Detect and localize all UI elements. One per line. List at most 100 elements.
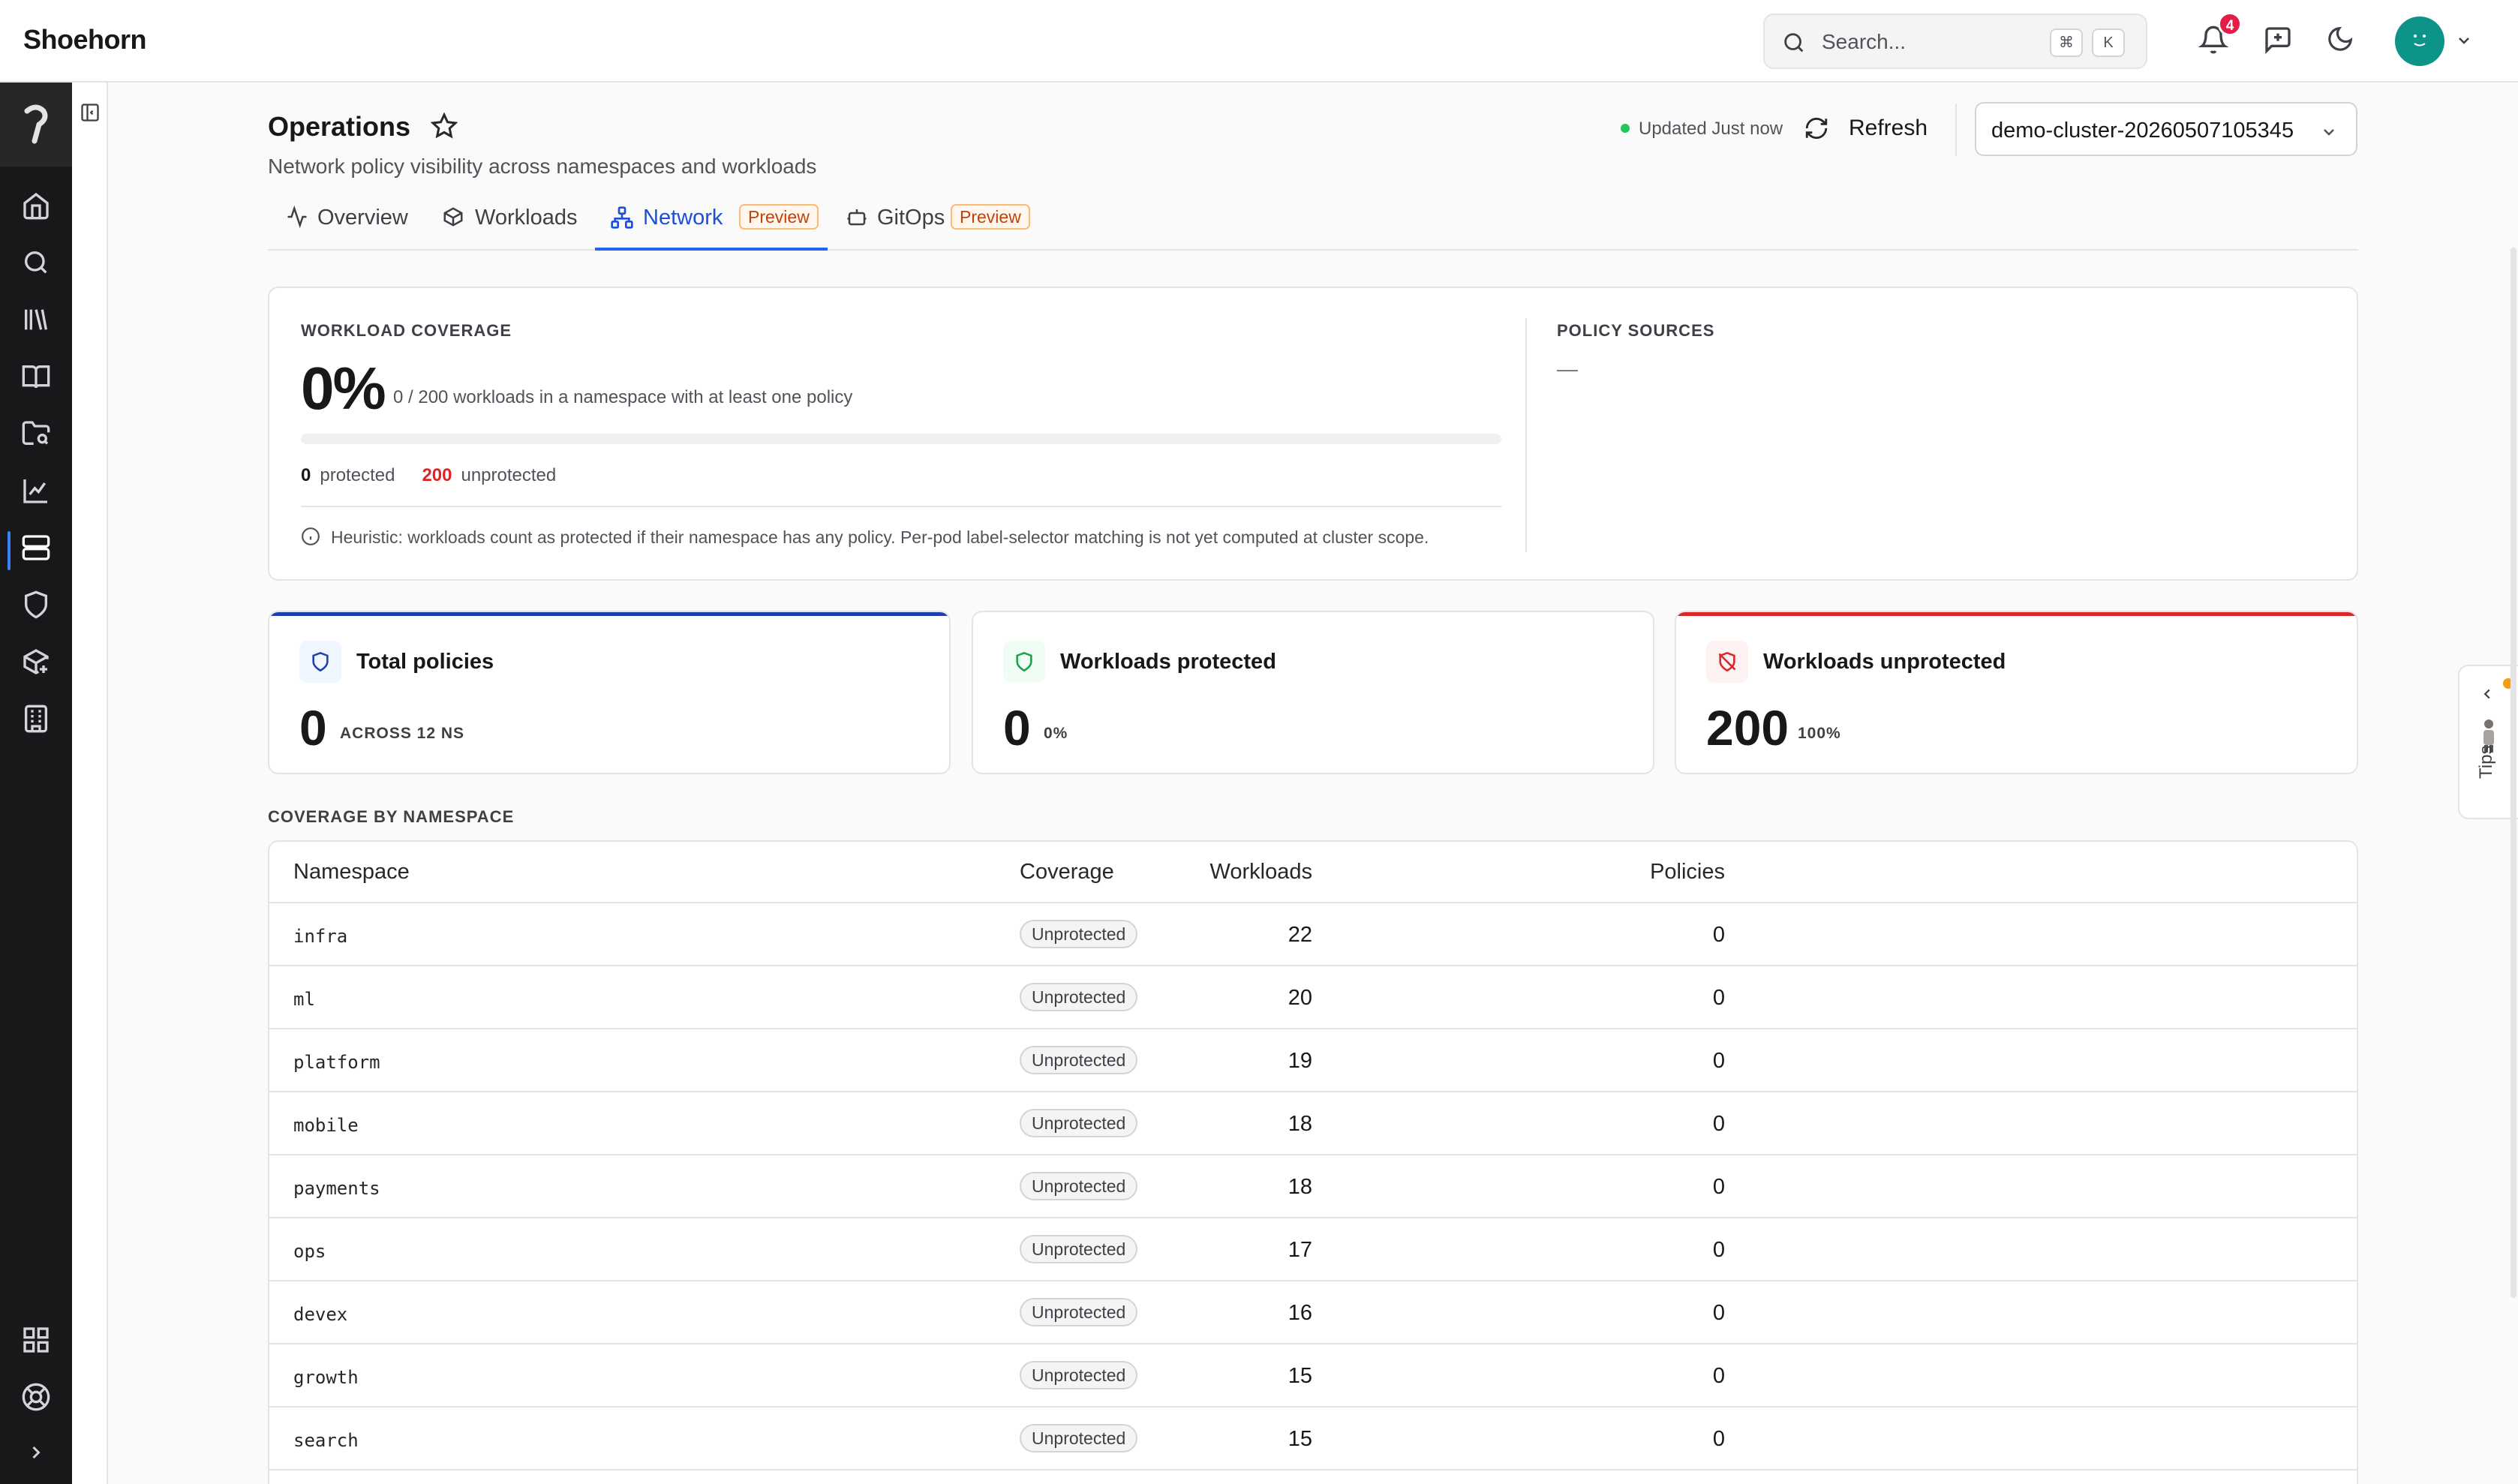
- column-header-namespace[interactable]: Namespace: [293, 860, 410, 885]
- library-icon[interactable]: [21, 305, 51, 335]
- policies-cell: 0: [1712, 1301, 1725, 1325]
- workloads-cell: 18: [1288, 1175, 1312, 1199]
- coverage-status-badge: Unprotected: [1020, 1235, 1138, 1263]
- workload-coverage-card: WORKLOAD COVERAGE 0% 0 / 200 workloads i…: [268, 287, 2358, 581]
- divider: [1525, 318, 1527, 552]
- home-icon[interactable]: [21, 191, 51, 221]
- coverage-status-badge: Unprotected: [1020, 983, 1138, 1011]
- star-icon[interactable]: [431, 113, 458, 140]
- policies-cell: 0: [1712, 923, 1725, 947]
- table-row[interactable]: platform 19 0 Unprotected: [269, 1029, 2357, 1092]
- protected-label: protected: [320, 465, 395, 485]
- grid-icon[interactable]: [21, 1325, 51, 1355]
- sidebar-toggle-strip: [72, 83, 108, 1484]
- stat-title: Workloads unprotected: [1763, 650, 2006, 674]
- scrollbar[interactable]: [2510, 248, 2516, 1298]
- workloads-cell: 19: [1288, 1049, 1312, 1073]
- server-icon[interactable]: [21, 533, 51, 563]
- search-input[interactable]: Search... ⌘ K: [1763, 14, 2147, 69]
- policies-cell: 0: [1712, 1049, 1725, 1073]
- coverage-heading: WORKLOAD COVERAGE: [301, 321, 512, 340]
- table-row[interactable]: growth 15 0 Unprotected: [269, 1344, 2357, 1407]
- namespace-cell: ml: [293, 989, 315, 1010]
- logo-icon: [24, 104, 48, 144]
- namespace-cell: growth: [293, 1367, 359, 1388]
- table-row[interactable]: mobile 18 0 Unprotected: [269, 1092, 2357, 1155]
- table-row[interactable]: search 15 0 Unprotected: [269, 1407, 2357, 1470]
- policies-cell: 0: [1712, 986, 1725, 1010]
- git-bot-icon: [847, 209, 867, 226]
- life-buoy-icon[interactable]: [21, 1382, 51, 1412]
- shield-icon[interactable]: [21, 590, 51, 620]
- coverage-table: Namespace Workloads Policies Coverage in…: [268, 840, 2358, 1484]
- stat-icon-wrap: [299, 641, 341, 683]
- coverage-status-badge: Unprotected: [1020, 1298, 1138, 1326]
- tab-workloads[interactable]: Workloads: [442, 200, 577, 249]
- page-title: Operations: [268, 111, 411, 142]
- stat-value: 0: [299, 700, 327, 756]
- coverage-status-badge: Unprotected: [1020, 1424, 1138, 1452]
- stat-value: 0: [1003, 700, 1031, 756]
- chevron-down-icon: [2324, 129, 2334, 136]
- brand-logo[interactable]: Shoehorn: [23, 24, 147, 56]
- workloads-cell: 15: [1288, 1364, 1312, 1388]
- coverage-percent: 0%: [301, 355, 386, 422]
- book-open-icon[interactable]: [21, 362, 51, 392]
- sidebar-toggle-icon[interactable]: [80, 102, 101, 123]
- namespace-cell: mobile: [293, 1115, 359, 1136]
- policies-cell: 0: [1712, 1427, 1725, 1451]
- package-plus-icon[interactable]: [21, 647, 51, 677]
- refresh-label: Refresh: [1849, 116, 1928, 140]
- page-subtitle: Network policy visibility across namespa…: [268, 155, 817, 178]
- shield-off-icon: [1718, 651, 1736, 672]
- tab-label: Workloads: [475, 206, 578, 230]
- column-header-policies[interactable]: Policies: [1650, 860, 1725, 885]
- chevron-right-icon[interactable]: [26, 1442, 47, 1463]
- shield-icon: [312, 651, 329, 672]
- preview-badge: Preview: [739, 204, 819, 230]
- policies-cell: 0: [1712, 1238, 1725, 1262]
- notification-count-badge: 4: [2218, 12, 2242, 36]
- building-icon[interactable]: [21, 704, 51, 734]
- column-header-workloads[interactable]: Workloads: [1210, 860, 1312, 885]
- folder-search-icon[interactable]: [21, 419, 51, 449]
- divider: [301, 506, 1501, 507]
- stat-accent: [1676, 612, 2357, 616]
- namespace-cell: payments: [293, 1178, 380, 1199]
- preview-badge: Preview: [951, 204, 1030, 230]
- moon-icon[interactable]: [2326, 25, 2354, 53]
- app-logo[interactable]: [0, 83, 72, 167]
- info-icon: [302, 527, 320, 545]
- table-row[interactable]: infra 22 0 Unprotected: [269, 903, 2357, 966]
- stat-value: 200: [1706, 700, 1789, 756]
- tab-overview[interactable]: Overview: [286, 200, 408, 249]
- table-row[interactable]: devex 16 0 Unprotected: [269, 1281, 2357, 1344]
- table-row[interactable]: ml 20 0 Unprotected: [269, 966, 2357, 1029]
- line-chart-icon[interactable]: [21, 476, 51, 506]
- unprotected-label: unprotected: [461, 465, 557, 485]
- status-dot: [1621, 124, 1630, 133]
- tips-panel-toggle[interactable]: Tips: [2458, 665, 2518, 819]
- updated-status: Updated Just now: [1639, 119, 1783, 139]
- coverage-status-badge: Unprotected: [1020, 920, 1138, 948]
- cluster-select[interactable]: demo-cluster-20260507105345: [1975, 102, 2357, 156]
- coverage-status-badge: Unprotected: [1020, 1046, 1138, 1074]
- workloads-cell: 16: [1288, 1301, 1312, 1325]
- chevron-down-icon[interactable]: [2455, 32, 2473, 50]
- coverage-status-badge: Unprotected: [1020, 1109, 1138, 1137]
- tab-label: Overview: [317, 206, 408, 230]
- tab-network[interactable]: Network Preview: [595, 200, 828, 251]
- tab-gitops[interactable]: GitOps Preview: [846, 200, 1041, 249]
- feedback-icon[interactable]: [2263, 25, 2293, 55]
- search-icon[interactable]: [21, 248, 51, 278]
- kbd-k: K: [2092, 29, 2125, 57]
- table-row[interactable]: ops 17 0 Unprotected: [269, 1218, 2357, 1281]
- namespace-cell: ops: [293, 1241, 326, 1262]
- user-avatar[interactable]: [2395, 17, 2444, 66]
- kbd-cmd: ⌘: [2050, 29, 2083, 57]
- namespace-cell: devex: [293, 1304, 348, 1325]
- table-row[interactable]: payments 18 0 Unprotected: [269, 1155, 2357, 1218]
- search-placeholder: Search...: [1822, 30, 1907, 53]
- column-header-coverage[interactable]: Coverage: [1020, 860, 1114, 885]
- stat-card-workloads-unprotected: Workloads unprotected 200 100%: [1675, 611, 2358, 774]
